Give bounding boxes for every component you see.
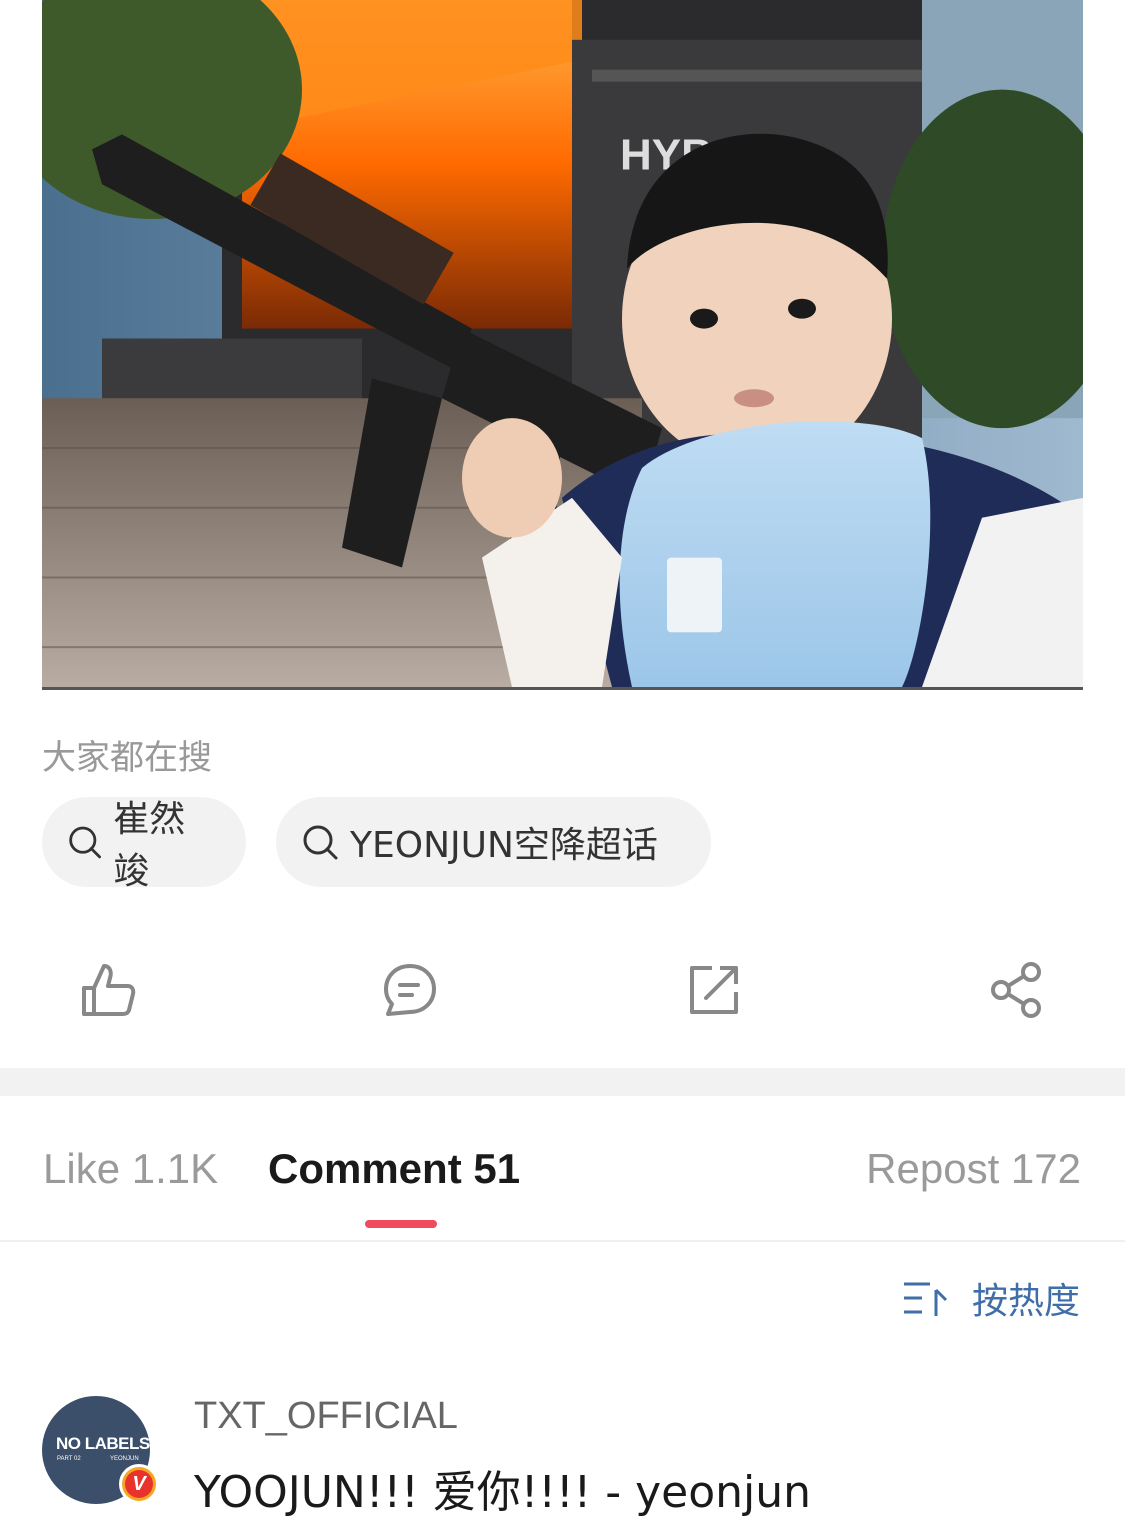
search-icon — [69, 826, 101, 859]
like-button[interactable] — [76, 958, 140, 1022]
hot-search-label: YEONJUN空降超话 — [350, 825, 658, 866]
hot-search-chip-1[interactable]: 崔然竣 — [42, 797, 246, 892]
tabs-divider — [0, 1240, 1125, 1242]
share-icon — [991, 962, 1041, 1018]
section-divider — [0, 1068, 1125, 1096]
active-tab-indicator — [365, 1220, 437, 1228]
tab-comment[interactable]: Comment 51 — [268, 1145, 520, 1193]
comment-button[interactable] — [378, 958, 442, 1022]
share-button[interactable] — [985, 958, 1049, 1022]
repost-button[interactable] — [682, 958, 746, 1022]
hot-search-chip-2[interactable]: YEONJUN空降超话 — [276, 797, 711, 887]
search-icon — [303, 825, 338, 860]
sort-label: 按热度 — [971, 1281, 1080, 1322]
comment-text: YOOJUN!!! 爱你!!!! - yeonjun — [194, 1467, 812, 1518]
repost-icon — [690, 966, 738, 1014]
avatar-logo-sub: PART 02 — [57, 1456, 81, 1462]
tab-like[interactable]: Like 1.1K — [43, 1145, 218, 1193]
verified-badge-letter: V — [125, 1470, 153, 1498]
post-photo: HYB — [42, 0, 1083, 687]
post-image[interactable]: HYB — [42, 0, 1083, 690]
sort-icon — [903, 1282, 948, 1316]
sort-toggle[interactable]: 按热度 — [902, 1272, 1080, 1324]
thumbs-up-icon — [82, 964, 136, 1016]
comment-icon — [384, 964, 436, 1016]
verified-badge-icon: V — [119, 1464, 159, 1504]
hot-search-title: 大家都在搜 — [42, 738, 212, 778]
hot-search-label: 崔然竣 — [113, 799, 186, 892]
tab-repost[interactable]: Repost 172 — [866, 1145, 1081, 1193]
avatar-logo-text: NO LABELS — [56, 1434, 150, 1453]
comment-username[interactable]: TXT_OFFICIAL — [194, 1395, 458, 1438]
avatar[interactable]: NO LABELS PART 02 YEONJUN V — [42, 1396, 159, 1504]
avatar-logo-sub-right: YEONJUN — [110, 1456, 139, 1462]
